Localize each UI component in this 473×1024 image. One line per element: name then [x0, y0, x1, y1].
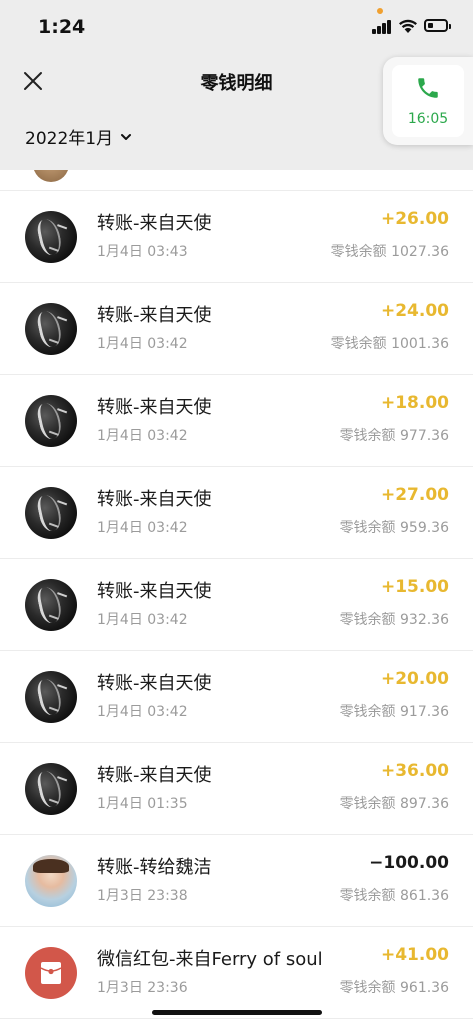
- wifi-icon: [399, 19, 417, 33]
- chevron-down-icon: [121, 133, 132, 140]
- list-item[interactable]: 转账-来自天使 1月4日 03:42 +20.00 零钱余额 917.36: [0, 651, 473, 743]
- transaction-list: 转账-来自天使 1月4日 03:43 +26.00 零钱余额 1027.36 转…: [0, 170, 473, 1019]
- list-item[interactable]: 转账-来自天使 1月4日 03:43 +26.00 零钱余额 1027.36: [0, 191, 473, 283]
- list-item-partial: [0, 170, 473, 191]
- month-label: 2022年1月: [25, 129, 114, 149]
- battery-icon: [424, 19, 451, 32]
- transaction-date: 1月4日 03:42: [97, 428, 188, 444]
- call-duration: 16:05: [407, 111, 449, 127]
- avatar: [25, 671, 77, 723]
- avatar: [25, 579, 77, 631]
- transaction-amount: +26.00: [380, 209, 449, 229]
- transaction-amount: +27.00: [380, 485, 449, 505]
- transaction-amount: +20.00: [380, 669, 449, 689]
- transaction-title: 转账-转给魏洁: [97, 857, 212, 878]
- balance-after: 零钱余额 1001.36: [330, 336, 449, 352]
- balance-after: 零钱余额 917.36: [339, 704, 449, 720]
- transaction-date: 1月3日 23:36: [97, 980, 188, 996]
- transaction-amount: +15.00: [380, 577, 449, 597]
- avatar: [33, 170, 69, 182]
- avatar: [25, 303, 77, 355]
- transaction-title: 微信红包-来自Ferry of soul: [97, 949, 323, 970]
- balance-after: 零钱余额 897.36: [339, 796, 449, 812]
- status-time: 1:24: [38, 16, 86, 38]
- transaction-amount: +24.00: [380, 301, 449, 321]
- transaction-date: 1月4日 03:42: [97, 520, 188, 536]
- transaction-amount: −100.00: [369, 853, 449, 873]
- transaction-date: 1月4日 03:42: [97, 336, 188, 352]
- avatar: [25, 763, 77, 815]
- balance-after: 零钱余额 961.36: [339, 980, 449, 996]
- cellular-signal-icon: [372, 20, 394, 34]
- transaction-date: 1月4日 03:42: [97, 612, 188, 628]
- list-item[interactable]: 转账-来自天使 1月4日 03:42 +24.00 零钱余额 1001.36: [0, 283, 473, 375]
- transaction-title: 转账-来自天使: [97, 673, 212, 694]
- transaction-title: 转账-来自天使: [97, 489, 212, 510]
- transaction-title: 转账-来自天使: [97, 305, 212, 326]
- avatar: [25, 947, 77, 999]
- balance-after: 零钱余额 932.36: [339, 612, 449, 628]
- balance-after: 零钱余额 977.36: [339, 428, 449, 444]
- month-selector[interactable]: 2022年1月: [25, 124, 132, 149]
- list-item[interactable]: 转账-来自天使 1月4日 01:35 +36.00 零钱余额 897.36: [0, 743, 473, 835]
- transaction-date: 1月4日 03:42: [97, 704, 188, 720]
- avatar: [25, 487, 77, 539]
- balance-after: 零钱余额 959.36: [339, 520, 449, 536]
- call-bubble-inner: 16:05: [392, 65, 464, 137]
- transaction-title: 转账-来自天使: [97, 581, 212, 602]
- home-indicator[interactable]: [152, 1010, 322, 1015]
- red-packet-icon: [40, 962, 62, 984]
- list-item[interactable]: 微信红包-来自Ferry of soul 1月3日 23:36 +41.00 零…: [0, 927, 473, 1019]
- privacy-indicator-dot: [377, 8, 383, 14]
- avatar: [25, 855, 77, 907]
- list-item[interactable]: 转账-转给魏洁 1月3日 23:38 −100.00 零钱余额 861.36: [0, 835, 473, 927]
- balance-after: 零钱余额 861.36: [339, 888, 449, 904]
- list-item[interactable]: 转账-来自天使 1月4日 03:42 +27.00 零钱余额 959.36: [0, 467, 473, 559]
- phone-icon: [418, 78, 438, 98]
- transaction-amount: +18.00: [380, 393, 449, 413]
- transaction-date: 1月4日 03:43: [97, 244, 188, 260]
- transaction-title: 转账-来自天使: [97, 213, 212, 234]
- avatar: [25, 211, 77, 263]
- list-item[interactable]: 转账-来自天使 1月4日 03:42 +18.00 零钱余额 977.36: [0, 375, 473, 467]
- transaction-amount: +36.00: [380, 761, 449, 781]
- floating-call-bubble[interactable]: 16:05: [383, 57, 473, 145]
- avatar: [25, 395, 77, 447]
- transaction-title: 转账-来自天使: [97, 765, 212, 786]
- balance-after: 零钱余额 1027.36: [330, 244, 449, 260]
- transaction-date: 1月4日 01:35: [97, 796, 188, 812]
- transaction-title: 转账-来自天使: [97, 397, 212, 418]
- list-item[interactable]: 转账-来自天使 1月4日 03:42 +15.00 零钱余额 932.36: [0, 559, 473, 651]
- transaction-amount: +41.00: [380, 945, 449, 965]
- transaction-date: 1月3日 23:38: [97, 888, 188, 904]
- status-bar: 1:24: [0, 0, 473, 56]
